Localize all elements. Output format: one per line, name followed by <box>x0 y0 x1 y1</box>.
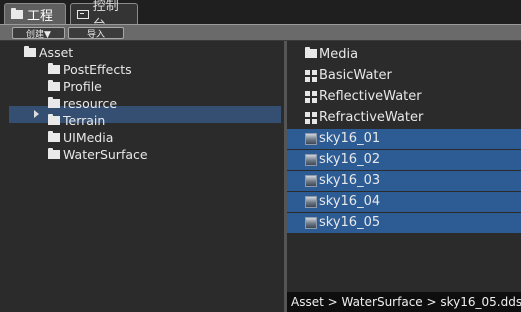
texture-icon <box>305 133 317 145</box>
list-item-basicwater[interactable]: BasicWater <box>287 66 521 86</box>
list-item-label: Media <box>319 47 359 62</box>
folder-icon <box>48 131 60 142</box>
list-item-label: BasicWater <box>319 68 392 83</box>
list-item-sky16-05[interactable]: sky16_05 <box>287 213 521 233</box>
console-icon <box>77 9 89 19</box>
list-item-sky16-03[interactable]: sky16_03 <box>287 171 521 191</box>
folder-icon <box>305 47 317 58</box>
list-item-label: sky16_01 <box>319 131 381 146</box>
texture-icon <box>305 217 317 229</box>
folder-icon <box>48 80 60 91</box>
list-item-sky16-01[interactable]: sky16_01 <box>287 129 521 149</box>
folder-tree-panel <box>0 41 284 312</box>
folder-icon <box>48 63 60 74</box>
tree-item-label: resource <box>63 96 118 111</box>
list-item-reflectivewater[interactable]: ReflectiveWater <box>287 87 521 107</box>
tab-bar: 工程 控制台 <box>0 0 521 33</box>
tree-item-watersurface[interactable]: WaterSurface <box>48 146 148 163</box>
list-item-media[interactable]: Media <box>287 45 521 65</box>
folder-icon <box>11 7 23 19</box>
tree-item-asset[interactable]: Asset <box>24 44 73 61</box>
folder-icon <box>48 97 60 108</box>
list-item-sky16-04[interactable]: sky16_04 <box>287 192 521 212</box>
tree-item-terrain[interactable]: Terrain <box>48 112 105 129</box>
list-item-refractivewater[interactable]: RefractiveWater <box>287 108 521 128</box>
tree-item-uimedia[interactable]: UIMedia <box>48 129 113 146</box>
texture-icon <box>305 196 317 208</box>
status-bar-path: Asset > WaterSurface > sky16_05.dds <box>287 292 521 312</box>
tree-item-label: Profile <box>63 79 102 94</box>
create-button[interactable]: 创建▼ <box>12 27 65 40</box>
expand-arrow-icon[interactable] <box>34 110 39 118</box>
folder-icon <box>48 148 60 159</box>
tree-item-label: Terrain <box>63 113 106 128</box>
toolbar: 创建▼ 导入 <box>0 24 521 41</box>
tab-project-label: 工程 <box>27 8 54 24</box>
folder-icon <box>24 46 36 57</box>
list-item-label: sky16_03 <box>319 173 381 188</box>
list-item-label: sky16_02 <box>319 152 381 167</box>
tree-item-label: UIMedia <box>63 130 114 145</box>
list-item-sky16-02[interactable]: sky16_02 <box>287 150 521 170</box>
mesh-icon <box>305 91 317 103</box>
tree-item-label: PostEffects <box>63 62 132 77</box>
import-button[interactable]: 导入 <box>68 27 124 40</box>
tree-item-posteffects[interactable]: PostEffects <box>48 61 132 78</box>
tree-item-label: Asset <box>39 45 74 60</box>
texture-icon <box>305 175 317 187</box>
tree-item-resource[interactable]: resource <box>48 95 117 112</box>
tree-item-profile[interactable]: Profile <box>48 78 102 95</box>
texture-icon <box>305 154 317 166</box>
asset-list: Media BasicWater ReflectiveWater Refract… <box>287 41 521 312</box>
list-item-label: RefractiveWater <box>319 110 424 125</box>
tree-item-label: WaterSurface <box>63 147 148 162</box>
list-item-label: ReflectiveWater <box>319 89 422 104</box>
mesh-icon <box>305 112 317 124</box>
list-item-label: sky16_05 <box>319 215 381 230</box>
folder-icon <box>48 114 60 125</box>
tab-project[interactable]: 工程 <box>4 3 66 24</box>
list-item-label: sky16_04 <box>319 194 381 209</box>
mesh-icon <box>305 70 317 82</box>
tab-console[interactable]: 控制台 <box>70 0 138 33</box>
